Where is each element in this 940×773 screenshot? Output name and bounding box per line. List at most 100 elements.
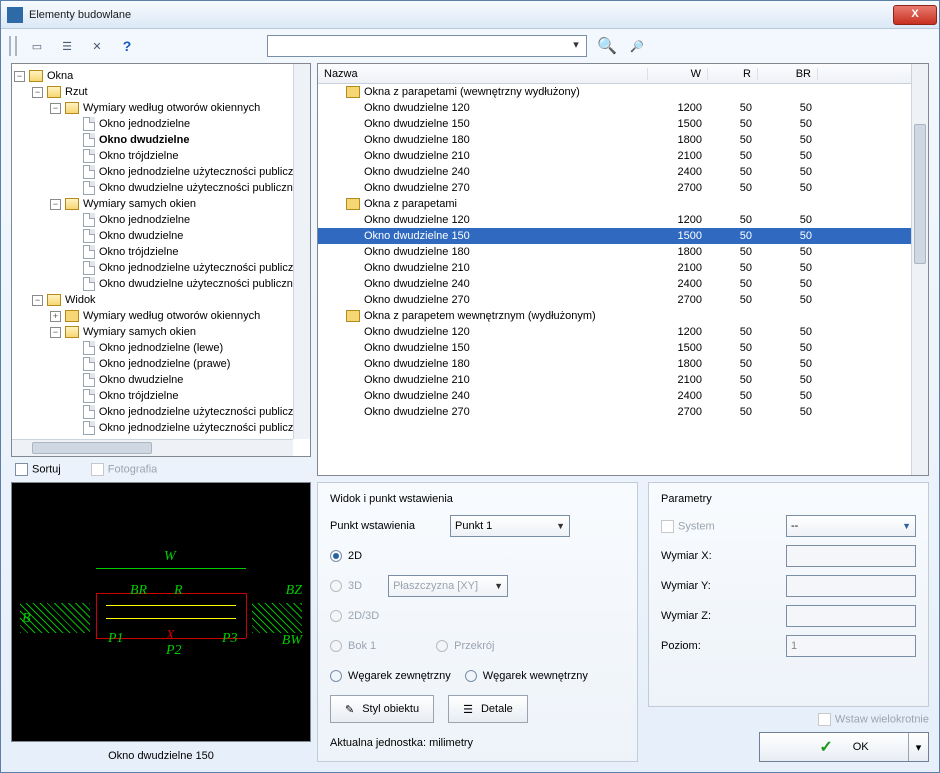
tree-item[interactable]: Okno dwudzielne użyteczności publicznej <box>14 276 308 292</box>
category-tree[interactable]: OknaRzutWymiary według otworów okiennych… <box>11 63 311 457</box>
tree-item[interactable]: Okno jednodzielne użyteczności publiczne… <box>14 164 308 180</box>
radio-section: Przekrój <box>436 640 494 652</box>
level-label: Poziom: <box>661 640 771 652</box>
tree-item[interactable]: Okno trójdzielne <box>14 148 308 164</box>
tree-item[interactable]: Okno dwudzielne <box>14 372 308 388</box>
app-window: Elementy budowlane X ▭ ☰ ✕ ? ▾ 🔍 🔎 OknaR… <box>0 0 940 773</box>
dim-p1: P1 <box>108 631 124 647</box>
app-icon <box>7 7 23 23</box>
z-label: Wymiar Z: <box>661 610 771 622</box>
list-row[interactable]: Okno dwudzielne 24024005050 <box>318 388 928 404</box>
list-scrollbar-v[interactable] <box>911 64 928 475</box>
tree-item[interactable]: Okno jednodzielne (lewe) <box>14 340 308 356</box>
find-replace-icon[interactable]: 🔎 <box>627 36 647 56</box>
list-row[interactable]: Okno dwudzielne 12012005050 <box>318 212 928 228</box>
list-row[interactable]: Okno dwudzielne 15015005050 <box>318 228 928 244</box>
col-name[interactable]: Nazwa <box>318 68 648 80</box>
system-checkbox: System <box>661 520 771 533</box>
list-row[interactable]: Okno dwudzielne 27027005050 <box>318 180 928 196</box>
radio-corbel-int[interactable]: Węgarek wewnętrzny <box>465 670 588 682</box>
insert-point-combo[interactable]: Punkt 1▼ <box>450 515 570 537</box>
col-br[interactable]: BR <box>758 68 818 80</box>
y-input[interactable] <box>786 575 916 597</box>
search-input[interactable]: ▾ <box>267 35 587 57</box>
toolbar-handle[interactable] <box>9 36 17 56</box>
object-style-button[interactable]: ✎Styl obiektu <box>330 695 434 723</box>
ok-dropdown-icon[interactable]: ▾ <box>908 733 928 761</box>
tree-item[interactable]: Okno dwudzielne użyteczności publicznej <box>14 180 308 196</box>
x-label: Wymiar X: <box>661 550 771 562</box>
list-row[interactable]: Okno dwudzielne 24024005050 <box>318 276 928 292</box>
level-input[interactable] <box>786 635 916 657</box>
current-unit-label: Aktualna jednostka: milimetry <box>330 737 625 749</box>
list-row[interactable]: Okno dwudzielne 21021005050 <box>318 148 928 164</box>
tree-scrollbar-h[interactable] <box>12 439 293 456</box>
list-row[interactable]: Okno dwudzielne 21021005050 <box>318 260 928 276</box>
help-icon[interactable]: ? <box>117 36 137 56</box>
tree-item[interactable]: Widok <box>14 292 308 308</box>
close-button[interactable]: X <box>893 5 937 25</box>
search-dropdown-icon[interactable]: ▾ <box>568 38 584 56</box>
list-row[interactable]: Okno dwudzielne 18018005050 <box>318 244 928 260</box>
tree-item[interactable]: Rzut <box>14 84 308 100</box>
tree-item[interactable]: Okno dwudzielne <box>14 132 308 148</box>
insert-multiple-checkbox: Wstaw wielokrotnie <box>818 713 929 726</box>
z-input[interactable] <box>786 605 916 627</box>
tree-item[interactable]: Okno jednodzielne użyteczności publiczne… <box>14 404 308 420</box>
radio-2d3d: 2D/3D <box>330 610 379 622</box>
radio-3d: 3D <box>330 580 362 592</box>
list-row[interactable]: Okno dwudzielne 15015005050 <box>318 340 928 356</box>
tree-item[interactable]: Okno trójdzielne <box>14 244 308 260</box>
system-combo[interactable]: --▼ <box>786 515 916 537</box>
ok-button[interactable]: ✓ OK ▾ <box>759 732 929 762</box>
tree-item[interactable]: Okno dwudzielne <box>14 228 308 244</box>
radio-2d[interactable]: 2D <box>330 550 362 562</box>
toolbar-tools-icon[interactable]: ✕ <box>87 36 107 56</box>
plane-combo: Płaszczyzna [XY]▼ <box>388 575 508 597</box>
toolbar-view-icon[interactable]: ▭ <box>27 36 47 56</box>
tree-item[interactable]: Wymiary samych okien <box>14 196 308 212</box>
tree-item[interactable]: Okno jednodzielne <box>14 212 308 228</box>
list-group[interactable]: Okna z parapetami (wewnętrzny wydłużony) <box>318 84 928 100</box>
list-group[interactable]: Okna z parapetem wewnętrznym (wydłużonym… <box>318 308 928 324</box>
dim-bw: BW <box>282 633 302 649</box>
list-row[interactable]: Okno dwudzielne 15015005050 <box>318 116 928 132</box>
tree-item[interactable]: Wymiary samych okien <box>14 324 308 340</box>
list-row[interactable]: Okno dwudzielne 24024005050 <box>318 164 928 180</box>
radio-corbel-ext[interactable]: Węgarek zewnętrzny <box>330 670 451 682</box>
sort-checkbox[interactable]: Sortuj <box>15 463 61 476</box>
list-header: Nazwa W R BR <box>318 64 928 84</box>
dim-p2: P2 <box>166 643 182 659</box>
list-row[interactable]: Okno dwudzielne 12012005050 <box>318 100 928 116</box>
toolbar-list-icon[interactable]: ☰ <box>57 36 77 56</box>
tree-item[interactable]: Wymiary według otworów okiennych <box>14 100 308 116</box>
tree-item[interactable]: Okno jednodzielne (prawe) <box>14 356 308 372</box>
x-input[interactable] <box>786 545 916 567</box>
col-r[interactable]: R <box>708 68 758 80</box>
tree-item[interactable]: Okna <box>14 68 308 84</box>
preview-canvas: W B BR R BZ BW P1 P2 P3 X <box>11 482 311 742</box>
titlebar: Elementy budowlane X <box>1 1 939 29</box>
search-icon[interactable]: 🔍 <box>597 36 617 56</box>
tree-scrollbar-v[interactable] <box>293 64 310 439</box>
tree-item[interactable]: Okno jednodzielne użyteczności publiczne… <box>14 420 308 436</box>
dim-w: W <box>164 549 176 565</box>
details-button[interactable]: ☰Detale <box>448 695 528 723</box>
list-row[interactable]: Okno dwudzielne 27027005050 <box>318 404 928 420</box>
tree-item[interactable]: Okno jednodzielne użyteczności publiczne… <box>14 260 308 276</box>
element-list[interactable]: Nazwa W R BR Okna z parapetami (wewnętrz… <box>317 63 929 476</box>
dim-x: X <box>166 628 175 644</box>
list-group[interactable]: Okna z parapetami <box>318 196 928 212</box>
check-icon: ✓ <box>819 737 832 757</box>
tree-item[interactable]: Okno trójdzielne <box>14 388 308 404</box>
toolbar: ▭ ☰ ✕ ? ▾ 🔍 🔎 <box>1 29 939 63</box>
parameters-panel: Parametry System --▼ Wymiar X: Wymiar Y:… <box>648 482 929 707</box>
list-row[interactable]: Okno dwudzielne 21021005050 <box>318 372 928 388</box>
list-row[interactable]: Okno dwudzielne 27027005050 <box>318 292 928 308</box>
col-w[interactable]: W <box>648 68 708 80</box>
list-row[interactable]: Okno dwudzielne 12012005050 <box>318 324 928 340</box>
list-row[interactable]: Okno dwudzielne 18018005050 <box>318 356 928 372</box>
tree-item[interactable]: Wymiary według otworów okiennych <box>14 308 308 324</box>
list-row[interactable]: Okno dwudzielne 18018005050 <box>318 132 928 148</box>
tree-item[interactable]: Okno jednodzielne <box>14 116 308 132</box>
